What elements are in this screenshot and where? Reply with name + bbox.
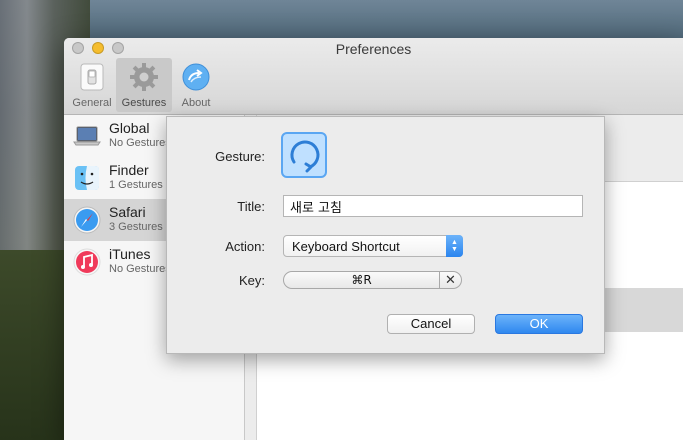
tab-general-label: General xyxy=(72,97,112,109)
sidebar-item-count: 3 Gestures xyxy=(109,221,163,233)
itunes-music-icon xyxy=(72,247,102,277)
circular-arrow-gesture-icon xyxy=(290,140,320,173)
title-bar: Preferences General Gestures About xyxy=(64,38,683,115)
switch-icon xyxy=(76,61,108,93)
safari-compass-icon xyxy=(72,205,102,235)
preferences-toolbar: General Gestures About xyxy=(68,58,220,112)
desktop-trees xyxy=(0,250,70,440)
sidebar-item-count: No Gestures xyxy=(109,137,171,149)
cancel-button[interactable]: Cancel xyxy=(387,314,475,334)
gesture-label: Gesture: xyxy=(215,149,265,164)
action-label: Action: xyxy=(225,239,265,254)
sidebar-item-name: Finder xyxy=(109,162,149,178)
sidebar-item-name: Global xyxy=(109,120,150,136)
ok-button[interactable]: OK xyxy=(495,314,583,334)
sidebar-item-count: 1 Gestures xyxy=(109,179,163,191)
action-select-value: Keyboard Shortcut xyxy=(292,238,400,254)
desktop-sky xyxy=(90,0,683,40)
tab-about-label: About xyxy=(181,97,211,109)
sidebar-item-name: iTunes xyxy=(109,246,151,262)
clear-shortcut-icon[interactable]: ✕ xyxy=(440,271,462,289)
tab-gestures[interactable]: Gestures xyxy=(116,58,172,112)
finder-icon xyxy=(72,163,102,193)
edit-gesture-sheet: Gesture: Title: Action: Keyboard Shortcu… xyxy=(166,116,605,354)
arrow-circle-icon xyxy=(180,61,212,93)
chevron-updown-icon: ▲ ▼ xyxy=(446,235,463,257)
gear-icon xyxy=(128,61,160,93)
tab-general[interactable]: General xyxy=(68,58,116,112)
title-input[interactable] xyxy=(283,195,583,217)
key-label: Key: xyxy=(238,273,265,288)
laptop-icon xyxy=(72,121,102,151)
tab-about[interactable]: About xyxy=(172,58,220,112)
title-label: Title: xyxy=(237,199,265,214)
shortcut-recorder[interactable]: ⌘R xyxy=(283,271,440,289)
action-select[interactable]: Keyboard Shortcut ▲ ▼ xyxy=(283,235,463,257)
tab-gestures-label: Gestures xyxy=(121,97,167,109)
window-title: Preferences xyxy=(335,41,412,57)
sidebar-item-name: Safari xyxy=(109,204,146,220)
gesture-picker[interactable] xyxy=(281,132,327,178)
sidebar-item-count: No Gestures xyxy=(109,263,171,275)
